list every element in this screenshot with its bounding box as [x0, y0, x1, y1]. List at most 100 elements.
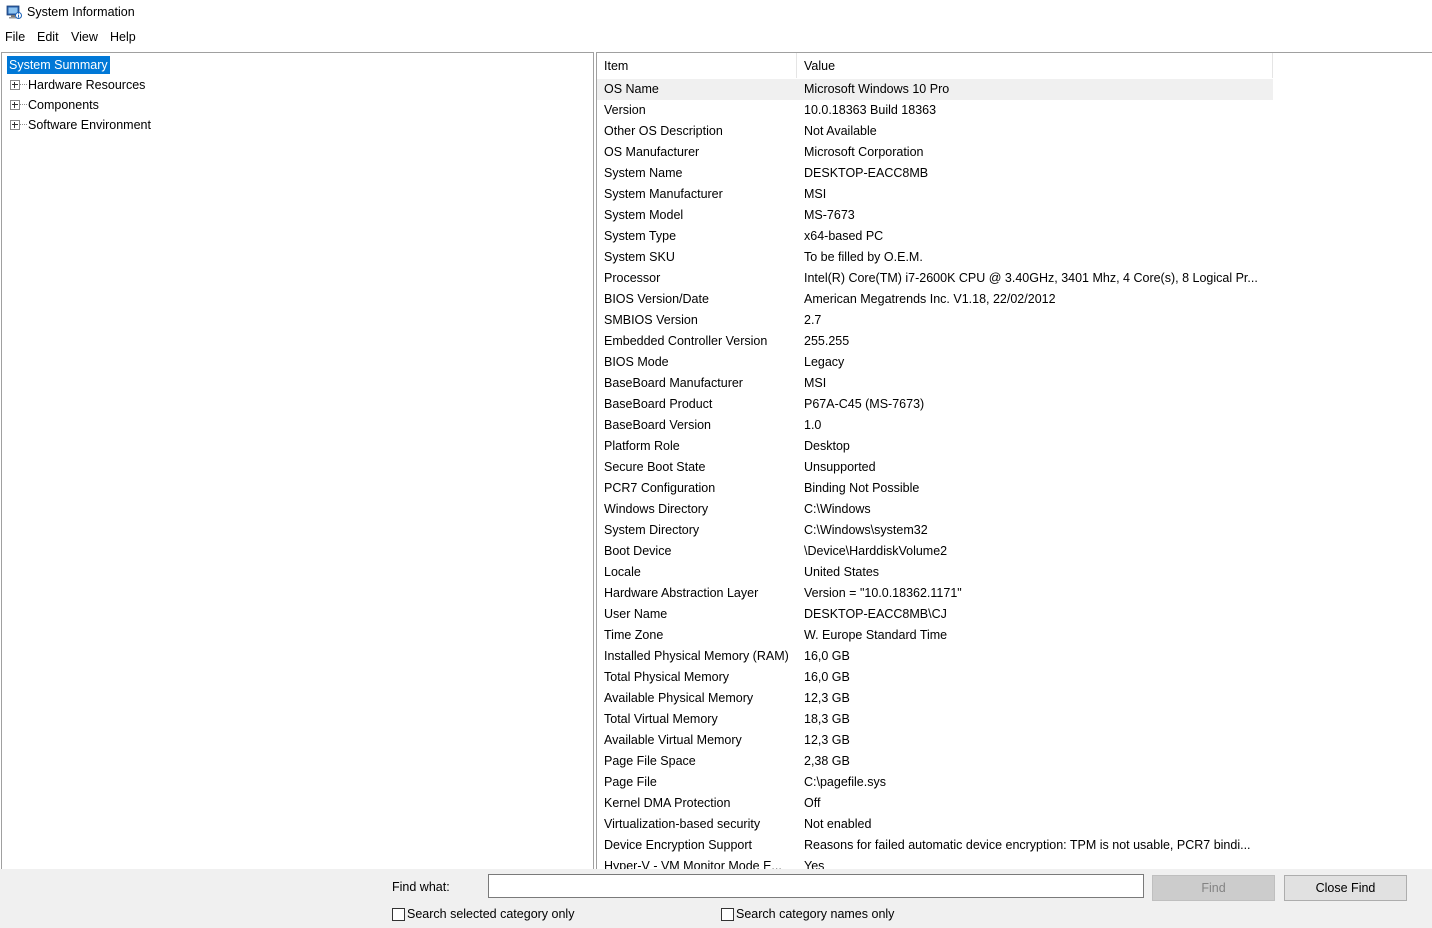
row-item: Processor [604, 271, 661, 285]
details-list[interactable]: Item Value OS Name Microsoft Windows 10 P… [596, 52, 1432, 870]
row-value: Binding Not Possible [804, 481, 920, 495]
table-row[interactable]: BIOS Version/Date American Megatrends Inc… [597, 289, 1273, 310]
table-row[interactable]: Page File Space 2,38 GB [597, 751, 1273, 772]
table-row[interactable]: Total Virtual Memory 18,3 GB [597, 709, 1273, 730]
table-row[interactable]: OS Manufacturer Microsoft Corporation [597, 142, 1273, 163]
menu-edit[interactable]: Edit [37, 30, 59, 44]
row-item: Installed Physical Memory (RAM) [604, 649, 789, 663]
row-value: C:\Windows\system32 [804, 523, 928, 537]
table-row[interactable]: Virtualization-based security Not enabled [597, 814, 1273, 835]
row-item: OS Name [604, 82, 659, 96]
row-value: 2.7 [804, 313, 822, 327]
table-row[interactable]: BIOS Mode Legacy [597, 352, 1273, 373]
table-row[interactable]: Hardware Abstraction Layer Version = "10.… [597, 583, 1273, 604]
row-value: Off [804, 796, 821, 810]
row-value: DESKTOP-EACC8MB\CJ [804, 607, 947, 621]
row-item: System Model [604, 208, 684, 222]
row-item: User Name [604, 607, 668, 621]
table-row[interactable]: Other OS Description Not Available [597, 121, 1273, 142]
row-value: 16,0 GB [804, 670, 850, 684]
title-bar: System Information [0, 0, 1432, 26]
find-bar: Find what: Find Close Find Search select… [0, 869, 1432, 928]
table-row[interactable]: Device Encryption Support Reasons for fai… [597, 835, 1273, 856]
table-row[interactable]: User Name DESKTOP-EACC8MB\CJ [597, 604, 1273, 625]
tree-item-label: Components [28, 98, 99, 112]
tree-connector [20, 104, 27, 105]
table-row[interactable]: Embedded Controller Version 255.255 [597, 331, 1273, 352]
row-value: Reasons for failed automatic device encr… [804, 838, 1251, 852]
table-row[interactable]: Locale United States [597, 562, 1273, 583]
row-value: 18,3 GB [804, 712, 850, 726]
table-row[interactable]: Boot Device \Device\HarddiskVolume2 [597, 541, 1273, 562]
table-row[interactable]: System Directory C:\Windows\system32 [597, 520, 1273, 541]
window-title: System Information [27, 5, 135, 19]
row-item: Windows Directory [604, 502, 709, 516]
table-row[interactable]: Installed Physical Memory (RAM) 16,0 GB [597, 646, 1273, 667]
row-item: Hardware Abstraction Layer [604, 586, 759, 600]
row-value: American Megatrends Inc. V1.18, 22/02/20… [804, 292, 1056, 306]
table-row[interactable]: Available Virtual Memory 12,3 GB [597, 730, 1273, 751]
row-value: Not enabled [804, 817, 872, 831]
table-row[interactable]: Available Physical Memory 12,3 GB [597, 688, 1273, 709]
table-row[interactable]: Windows Directory C:\Windows [597, 499, 1273, 520]
row-value: \Device\HarddiskVolume2 [804, 544, 948, 558]
table-row[interactable]: PCR7 Configuration Binding Not Possible [597, 478, 1273, 499]
tree-connector [20, 84, 27, 85]
search-category-names-checkbox[interactable] [721, 908, 734, 921]
column-header-value[interactable]: Value [797, 53, 1273, 78]
row-item: Page File Space [604, 754, 696, 768]
table-row[interactable]: Page File C:\pagefile.sys [597, 772, 1273, 793]
table-row[interactable]: SMBIOS Version 2.7 [597, 310, 1273, 331]
row-item: BaseBoard Manufacturer [604, 376, 743, 390]
column-header-item[interactable]: Item [597, 53, 797, 78]
table-row[interactable]: Hyper-V - VM Monitor Mode E... Yes [597, 856, 1273, 870]
table-row[interactable]: Processor Intel(R) Core(TM) i7-2600K CPU … [597, 268, 1273, 289]
row-value: MSI [804, 187, 827, 201]
row-value: Unsupported [804, 460, 876, 474]
table-row[interactable]: Time Zone W. Europe Standard Time [597, 625, 1273, 646]
row-value: MSI [804, 376, 827, 390]
expand-icon[interactable] [10, 80, 20, 90]
table-row[interactable]: System Type x64-based PC [597, 226, 1273, 247]
row-item: Page File [604, 775, 657, 789]
menu-view[interactable]: View [71, 30, 98, 44]
table-row[interactable]: BaseBoard Version 1.0 [597, 415, 1273, 436]
row-item: PCR7 Configuration [604, 481, 716, 495]
tree-item-system-summary[interactable]: System Summary [7, 56, 110, 74]
table-row[interactable]: BaseBoard Product P67A-C45 (MS-7673) [597, 394, 1273, 415]
table-row[interactable]: Version 10.0.18363 Build 18363 [597, 100, 1273, 121]
row-value: 12,3 GB [804, 691, 850, 705]
table-row[interactable]: System Manufacturer MSI [597, 184, 1273, 205]
table-row[interactable]: Total Physical Memory 16,0 GB [597, 667, 1273, 688]
row-value: Intel(R) Core(TM) i7-2600K CPU @ 3.40GHz… [804, 271, 1258, 285]
find-button[interactable]: Find [1152, 875, 1275, 901]
row-value: To be filled by O.E.M. [804, 250, 923, 264]
find-what-input[interactable] [488, 874, 1144, 898]
row-item: Available Physical Memory [604, 691, 754, 705]
table-row[interactable]: Platform Role Desktop [597, 436, 1273, 457]
tree-connector [20, 124, 27, 125]
row-item: Boot Device [604, 544, 672, 558]
table-row[interactable]: System Model MS-7673 [597, 205, 1273, 226]
category-tree[interactable]: System Summary Hardware Resources Compon… [1, 52, 594, 870]
row-value: 16,0 GB [804, 649, 850, 663]
find-what-label: Find what: [392, 880, 450, 894]
search-selected-category-checkbox[interactable] [392, 908, 405, 921]
table-row[interactable]: BaseBoard Manufacturer MSI [597, 373, 1273, 394]
row-item: System SKU [604, 250, 675, 264]
expand-icon[interactable] [10, 100, 20, 110]
table-row[interactable]: Kernel DMA Protection Off [597, 793, 1273, 814]
expand-icon[interactable] [10, 120, 20, 130]
table-row[interactable]: System SKU To be filled by O.E.M. [597, 247, 1273, 268]
menu-file[interactable]: File [5, 30, 25, 44]
table-row[interactable]: Secure Boot State Unsupported [597, 457, 1273, 478]
row-item: Hyper-V - VM Monitor Mode E... [604, 859, 782, 870]
row-value: Microsoft Corporation [804, 145, 924, 159]
list-header: Item Value [597, 53, 1273, 78]
row-item: BIOS Version/Date [604, 292, 709, 306]
search-selected-category-label: Search selected category only [407, 907, 575, 921]
menu-help[interactable]: Help [110, 30, 136, 44]
table-row[interactable]: OS Name Microsoft Windows 10 Pro [597, 79, 1273, 100]
close-find-button[interactable]: Close Find [1284, 875, 1407, 901]
table-row[interactable]: System Name DESKTOP-EACC8MB [597, 163, 1273, 184]
